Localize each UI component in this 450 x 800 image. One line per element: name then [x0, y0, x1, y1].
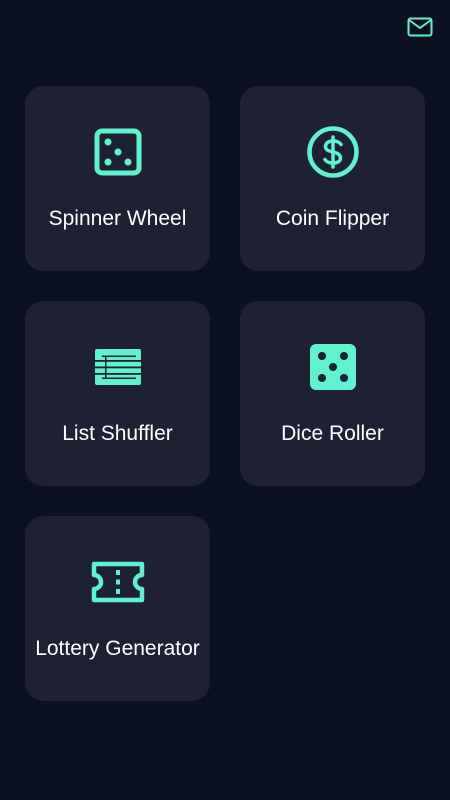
- list-shuffler-card[interactable]: List Shuffler: [25, 301, 210, 486]
- tools-grid: Spinner Wheel Coin Flipper List Shuffler…: [25, 86, 425, 701]
- tool-label-coin-flipper: Coin Flipper: [275, 207, 390, 230]
- tool-label-dice-roller: Dice Roller: [281, 422, 384, 445]
- list-icon: [25, 341, 210, 393]
- tool-label-lottery-generator: Lottery Generator: [35, 637, 200, 660]
- app-screen: Spinner Wheel Coin Flipper List Shuffler…: [0, 0, 450, 800]
- mail-icon: [407, 17, 433, 37]
- lottery-generator-card[interactable]: Lottery Generator: [25, 516, 210, 701]
- mail-button[interactable]: [404, 14, 436, 40]
- coin-flipper-card[interactable]: Coin Flipper: [240, 86, 425, 271]
- dice-outline-icon: [25, 126, 210, 178]
- dice-roller-card[interactable]: Dice Roller: [240, 301, 425, 486]
- tool-label-list-shuffler: List Shuffler: [62, 422, 173, 445]
- tool-label-spinner-wheel: Spinner Wheel: [48, 207, 187, 230]
- ticket-icon: [25, 556, 210, 608]
- spinner-wheel-card[interactable]: Spinner Wheel: [25, 86, 210, 271]
- dollar-coin-icon: [240, 126, 425, 178]
- dice-solid-icon: [240, 341, 425, 393]
